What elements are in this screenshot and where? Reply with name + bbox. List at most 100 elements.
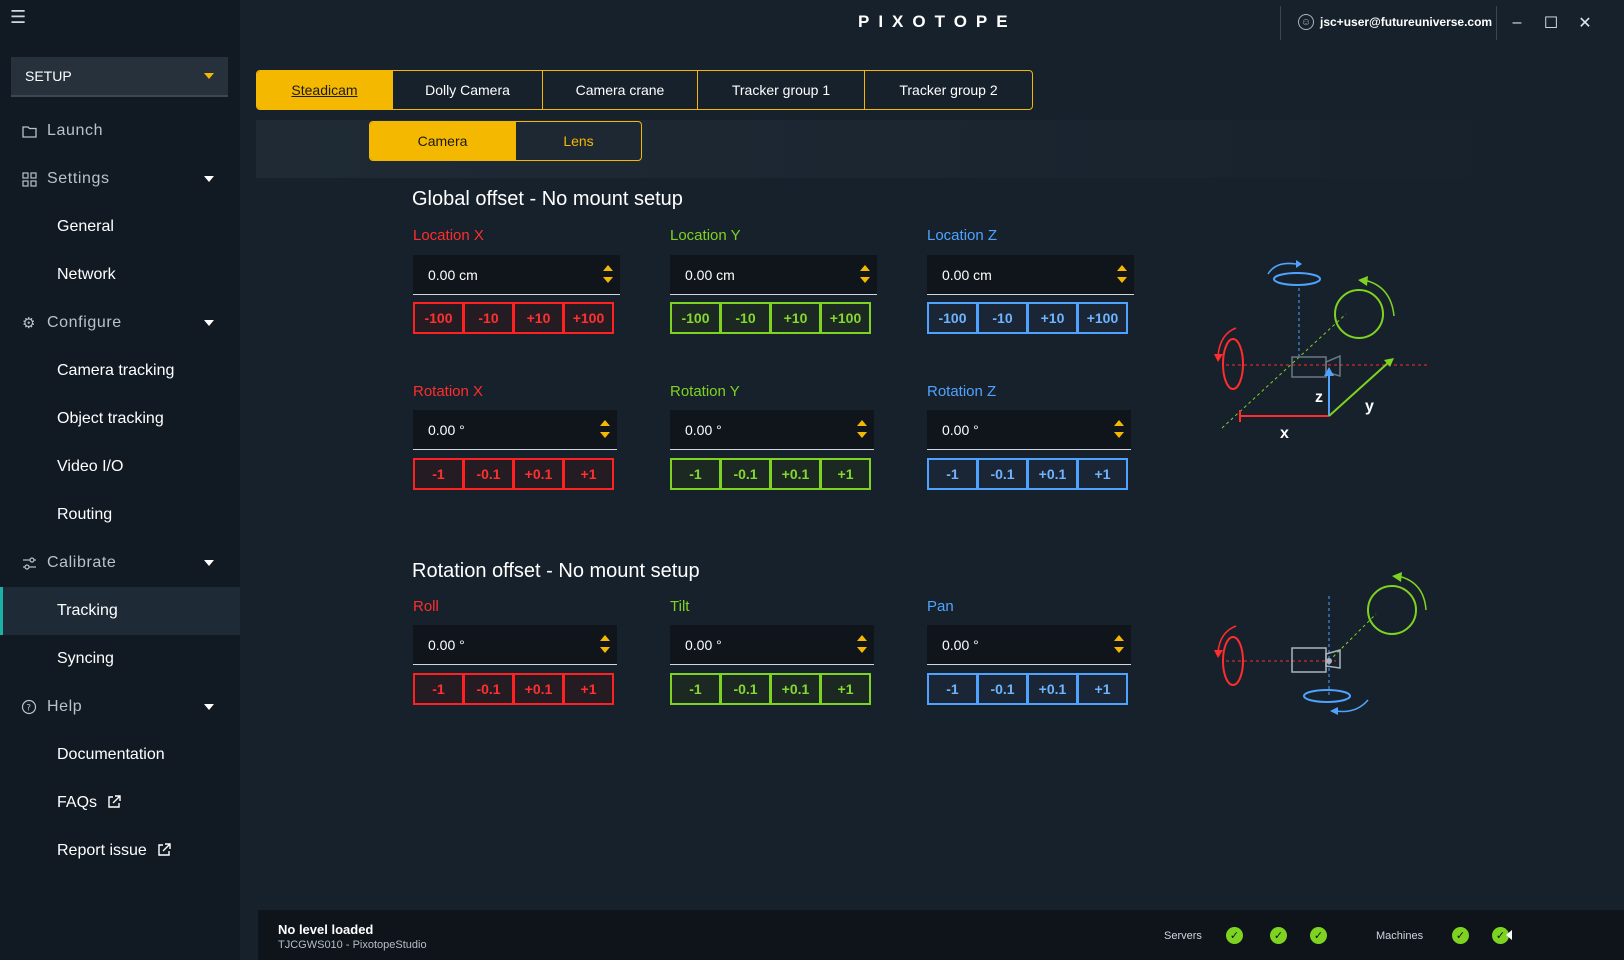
- mode-select[interactable]: SETUP: [11, 57, 228, 97]
- rotation-x-minus-0.1-button[interactable]: -0.1: [463, 458, 514, 490]
- rotation-z-plus-0.1-button[interactable]: +0.1: [1027, 458, 1078, 490]
- arrow-up-icon[interactable]: [600, 635, 610, 641]
- tilt-plus-1-button[interactable]: +1: [820, 673, 871, 705]
- server-status-ok-icon[interactable]: ✓: [1270, 927, 1287, 944]
- sidebar-item-tracking[interactable]: Tracking: [0, 587, 240, 635]
- roll-stepper[interactable]: [600, 635, 610, 655]
- arrow-down-icon[interactable]: [1117, 277, 1127, 283]
- pan-plus-0.1-button[interactable]: +0.1: [1027, 673, 1078, 705]
- tab-steadicam[interactable]: Steadicam: [257, 71, 393, 109]
- arrow-down-icon[interactable]: [600, 647, 610, 653]
- sidebar-item-syncing[interactable]: Syncing: [0, 635, 240, 683]
- arrow-down-icon[interactable]: [600, 432, 610, 438]
- rotation-y-plus-0.1-button[interactable]: +0.1: [770, 458, 821, 490]
- sidebar-group-help[interactable]: ? Help: [0, 687, 240, 727]
- location-x-minus-10-button[interactable]: -10: [463, 302, 514, 334]
- sidebar-item-video-io[interactable]: Video I/O: [0, 443, 240, 491]
- arrow-up-icon[interactable]: [860, 265, 870, 271]
- roll-minus-1-button[interactable]: -1: [413, 673, 464, 705]
- location-z-minus-100-button[interactable]: -100: [927, 302, 978, 334]
- user-account[interactable]: ☺ jsc+user@futureuniverse.com: [1298, 14, 1492, 30]
- rotation-x-plus-0.1-button[interactable]: +0.1: [513, 458, 564, 490]
- arrow-up-icon[interactable]: [857, 420, 867, 426]
- arrow-up-icon[interactable]: [603, 265, 613, 271]
- maximize-icon[interactable]: ☐: [1540, 12, 1562, 34]
- rotation-y-minus-0.1-button[interactable]: -0.1: [720, 458, 771, 490]
- pan-plus-1-button[interactable]: +1: [1077, 673, 1128, 705]
- location-y-minus-10-button[interactable]: -10: [720, 302, 771, 334]
- rotation-y-input[interactable]: 0.00 °: [670, 410, 874, 450]
- arrow-down-icon[interactable]: [857, 432, 867, 438]
- rotation-z-input[interactable]: 0.00 °: [927, 410, 1131, 450]
- location-y-stepper[interactable]: [860, 265, 870, 285]
- machine-status-ok-icon[interactable]: ✓: [1452, 927, 1469, 944]
- sidebar-item-faqs[interactable]: FAQs: [0, 779, 240, 827]
- roll-input[interactable]: 0.00 °: [413, 625, 617, 665]
- tab-tracker-group-2[interactable]: Tracker group 2: [865, 71, 1032, 109]
- rotation-x-minus-1-button[interactable]: -1: [413, 458, 464, 490]
- server-status-ok-icon[interactable]: ✓: [1310, 927, 1327, 944]
- pan-stepper[interactable]: [1114, 635, 1124, 655]
- arrow-down-icon[interactable]: [857, 647, 867, 653]
- pan-minus-1-button[interactable]: -1: [927, 673, 978, 705]
- roll-plus-1-button[interactable]: +1: [563, 673, 614, 705]
- arrow-up-icon[interactable]: [1114, 420, 1124, 426]
- location-z-minus-10-button[interactable]: -10: [977, 302, 1028, 334]
- close-icon[interactable]: ✕: [1574, 12, 1596, 34]
- sidebar-item-object-tracking[interactable]: Object tracking: [0, 395, 240, 443]
- arrow-up-icon[interactable]: [600, 420, 610, 426]
- pan-input[interactable]: 0.00 °: [927, 625, 1131, 665]
- location-z-stepper[interactable]: [1117, 265, 1127, 285]
- tab-tracker-group-1[interactable]: Tracker group 1: [698, 71, 865, 109]
- tilt-stepper[interactable]: [857, 635, 867, 655]
- arrow-down-icon[interactable]: [1114, 432, 1124, 438]
- sidebar-group-settings[interactable]: Settings: [0, 159, 240, 199]
- location-x-minus-100-button[interactable]: -100: [413, 302, 464, 334]
- location-y-plus-100-button[interactable]: +100: [820, 302, 871, 334]
- arrow-down-icon[interactable]: [1114, 647, 1124, 653]
- tilt-plus-0.1-button[interactable]: +0.1: [770, 673, 821, 705]
- sidebar-item-documentation[interactable]: Documentation: [0, 731, 240, 779]
- location-x-plus-100-button[interactable]: +100: [563, 302, 614, 334]
- rotation-z-stepper[interactable]: [1114, 420, 1124, 440]
- rotation-z-minus-1-button[interactable]: -1: [927, 458, 978, 490]
- location-x-plus-10-button[interactable]: +10: [513, 302, 564, 334]
- location-y-minus-100-button[interactable]: -100: [670, 302, 721, 334]
- tab-camera-crane[interactable]: Camera crane: [543, 71, 698, 109]
- collapse-arrow-icon[interactable]: [1506, 930, 1512, 940]
- roll-minus-0.1-button[interactable]: -0.1: [463, 673, 514, 705]
- pan-minus-0.1-button[interactable]: -0.1: [977, 673, 1028, 705]
- location-y-input[interactable]: 0.00 cm: [670, 255, 877, 295]
- sidebar-item-routing[interactable]: Routing: [0, 491, 240, 539]
- rotation-y-plus-1-button[interactable]: +1: [820, 458, 871, 490]
- arrow-up-icon[interactable]: [1114, 635, 1124, 641]
- arrow-down-icon[interactable]: [603, 277, 613, 283]
- rotation-z-plus-1-button[interactable]: +1: [1077, 458, 1128, 490]
- tab-camera[interactable]: Camera: [370, 122, 515, 160]
- hamburger-menu-icon[interactable]: ☰: [10, 8, 28, 26]
- minimize-icon[interactable]: –: [1506, 12, 1528, 34]
- rotation-z-minus-0.1-button[interactable]: -0.1: [977, 458, 1028, 490]
- tilt-input[interactable]: 0.00 °: [670, 625, 874, 665]
- arrow-down-icon[interactable]: [860, 277, 870, 283]
- sidebar-item-network[interactable]: Network: [0, 251, 240, 299]
- arrow-up-icon[interactable]: [1117, 265, 1127, 271]
- arrow-up-icon[interactable]: [857, 635, 867, 641]
- location-z-plus-10-button[interactable]: +10: [1027, 302, 1078, 334]
- rotation-x-stepper[interactable]: [600, 420, 610, 440]
- rotation-x-plus-1-button[interactable]: +1: [563, 458, 614, 490]
- location-z-input[interactable]: 0.00 cm: [927, 255, 1134, 295]
- tilt-minus-1-button[interactable]: -1: [670, 673, 721, 705]
- location-y-plus-10-button[interactable]: +10: [770, 302, 821, 334]
- sidebar-item-launch[interactable]: Launch: [0, 111, 240, 151]
- roll-plus-0.1-button[interactable]: +0.1: [513, 673, 564, 705]
- rotation-y-stepper[interactable]: [857, 420, 867, 440]
- sidebar-item-report-issue[interactable]: Report issue: [0, 827, 240, 875]
- server-status-ok-icon[interactable]: ✓: [1226, 927, 1243, 944]
- location-x-input[interactable]: 0.00 cm: [413, 255, 620, 295]
- sidebar-group-configure[interactable]: ⚙ Configure: [0, 303, 240, 343]
- location-x-stepper[interactable]: [603, 265, 613, 285]
- location-z-plus-100-button[interactable]: +100: [1077, 302, 1128, 334]
- sidebar-item-camera-tracking[interactable]: Camera tracking: [0, 347, 240, 395]
- tab-dolly-camera[interactable]: Dolly Camera: [393, 71, 543, 109]
